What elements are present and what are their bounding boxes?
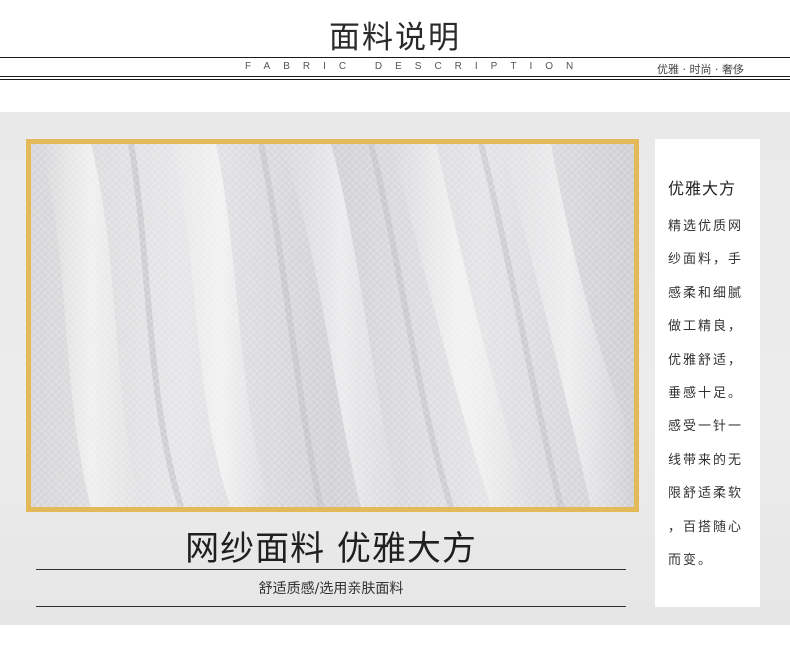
caption-divider-bottom [36,606,626,607]
header-divider-bottom-1 [0,76,790,77]
description-line: 感受一针一 [668,419,744,435]
description-line: 优雅舒适， [668,352,744,368]
description-text: 精选优质网 纱面料，手 感柔和细腻 做工精良， 优雅舒适， 垂感十足。 感受一针… [668,217,743,584]
description-line: 垂感十足。 [668,385,744,401]
caption: 舒适质感/选用亲肤面料 [258,581,404,597]
description-line: 线带来的无 [668,452,744,468]
product-detail-page: 面料说明 FABRIC DESCRIPTION 优雅 · 时尚 · 奢侈 网纱面… [0,0,790,650]
caption-divider-top [36,569,626,570]
header-divider-bottom-2 [0,79,790,80]
section-tagline: 优雅 · 时尚 · 奢侈 [657,63,744,76]
description-line: 而变。 [668,552,714,568]
description-line: 精选优质网 [668,219,744,234]
description-title: 优雅大方 [668,179,737,198]
section-subtitle: FABRIC DESCRIPTION [245,61,587,72]
fabric-photo [26,139,639,512]
description-card: 优雅大方 精选优质网 纱面料，手 感柔和细腻 做工精良， 优雅舒适， 垂感十足。… [655,139,760,607]
description-line: ，百搭随心 [668,519,744,535]
description-line: 限舒适柔软 [668,486,744,502]
mesh-fabric-image [31,144,634,507]
headline: 网纱面料 优雅大方 [185,529,477,569]
description-line: 纱面料，手 [668,252,744,268]
description-line: 感柔和细腻 [668,285,744,301]
section-title: 面料说明 [329,20,461,56]
header-divider-top [0,57,790,58]
description-line: 做工精良， [668,319,744,335]
